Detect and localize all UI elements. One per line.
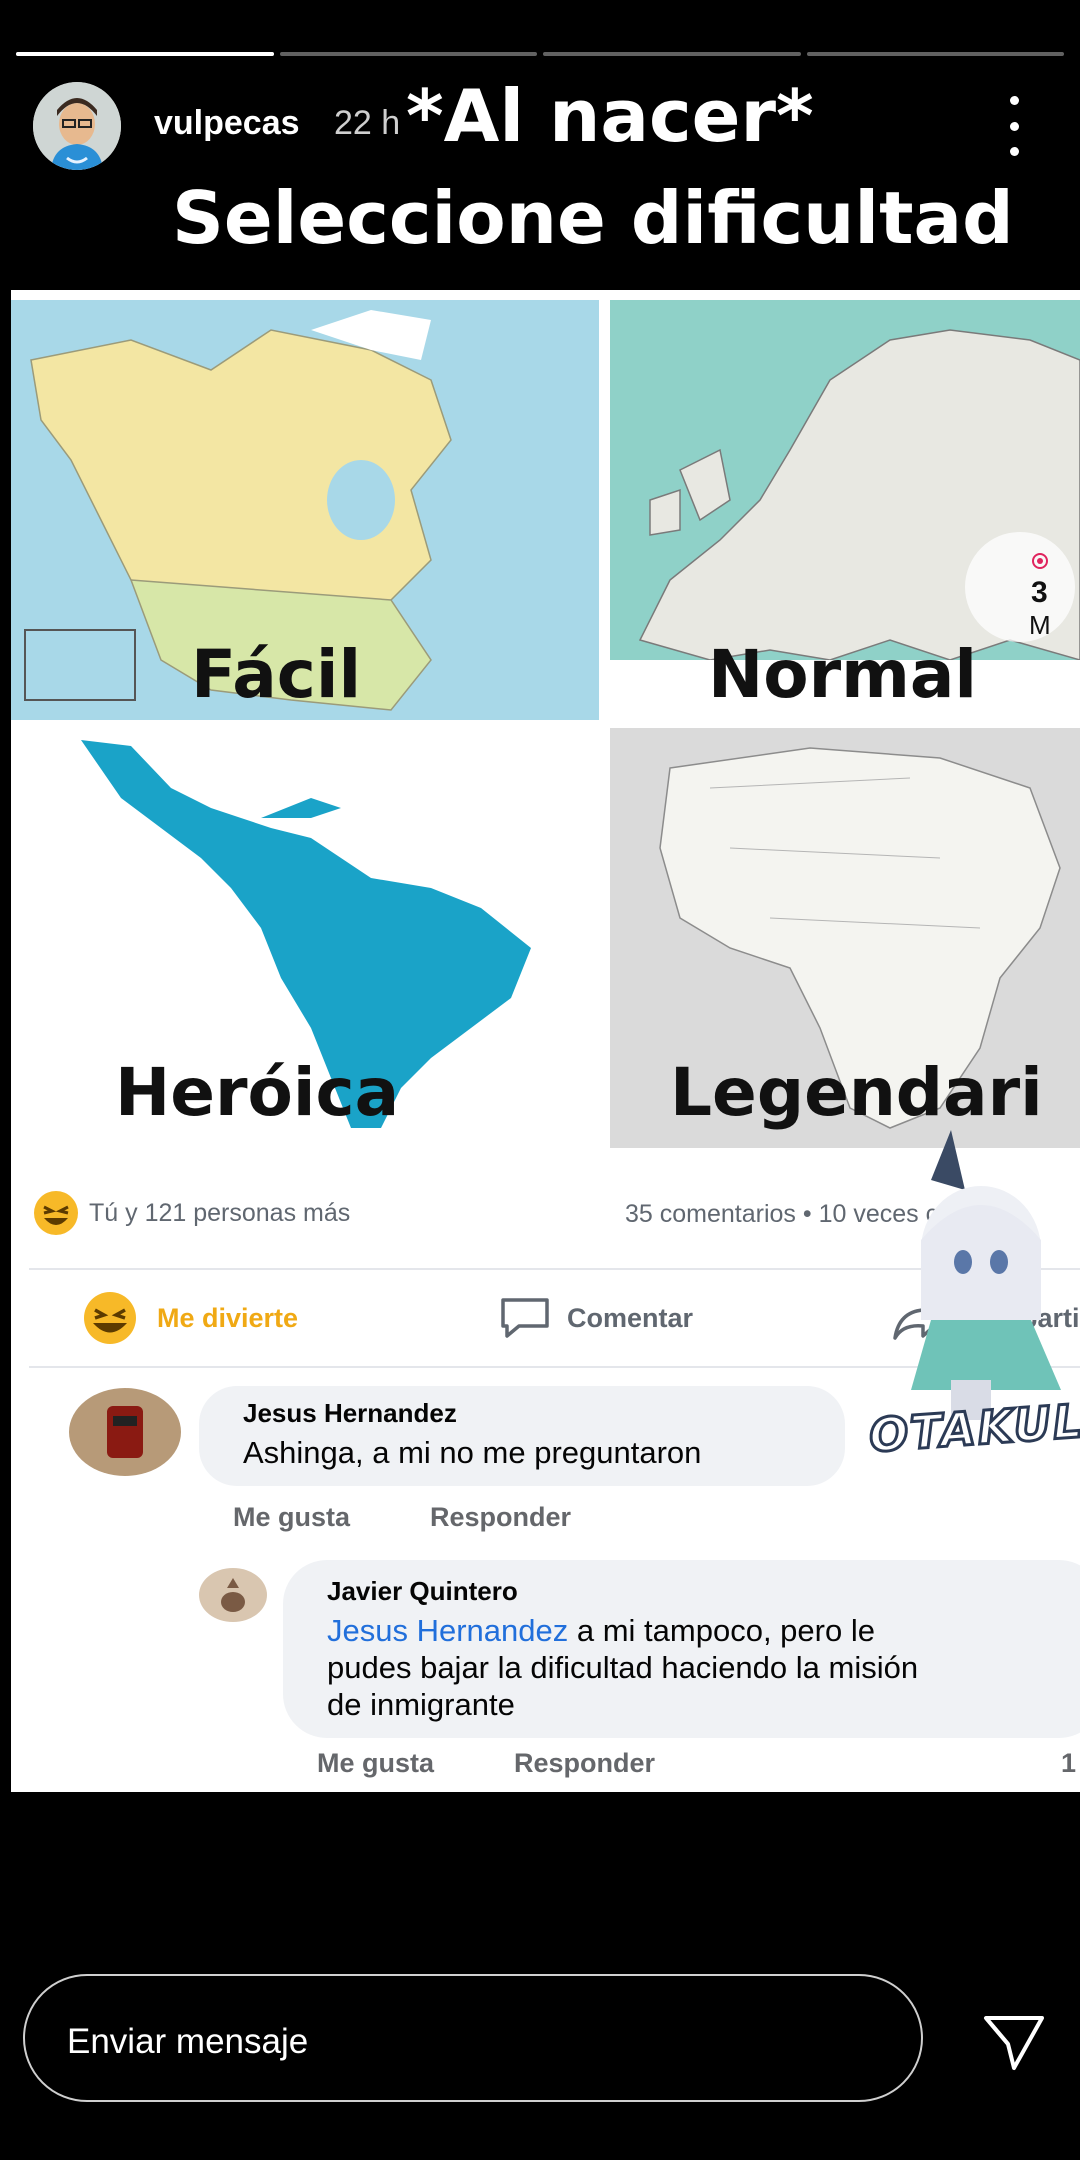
haha-reaction-icon: [34, 1191, 78, 1235]
send-icon[interactable]: [982, 2010, 1046, 2074]
location-dot-icon: [1032, 553, 1048, 569]
map-tile-easy: Fácil: [11, 300, 599, 720]
progress-segment: [806, 52, 1064, 56]
progress-segment: [279, 52, 537, 56]
comment-author[interactable]: Jesus Hernandez: [243, 1398, 457, 1429]
comment-text: pudes bajar la dificultad haciendo la mi…: [327, 1650, 919, 1685]
progress-segment: [16, 52, 274, 56]
comments-count[interactable]: 35 comentarios: [625, 1200, 796, 1228]
reactions-text: Tú y 121 personas más: [89, 1198, 351, 1227]
comment-icon: [501, 1298, 549, 1338]
reply-comment-button[interactable]: Responder: [514, 1748, 655, 1779]
react-button[interactable]: Me divierte: [77, 1290, 298, 1346]
tile-label: Legendari: [670, 1054, 1043, 1131]
tile-label: Heróica: [115, 1054, 400, 1131]
comment-bubble: Javier Quintero Jesus Hernandez a mi tam…: [283, 1560, 1080, 1738]
anime-character-watermark: [911, 1130, 1061, 1420]
story-sticker[interactable]: 3 M: [965, 532, 1075, 642]
story-timestamp: 22 h: [334, 104, 401, 142]
like-comment-button[interactable]: Me gusta: [233, 1502, 350, 1533]
meme-title: *Al nacer*: [406, 74, 814, 158]
comment-author[interactable]: Javier Quintero: [327, 1576, 518, 1607]
story-media: Fácil Normal Heróica Legendari Tú y 121 …: [11, 290, 1080, 1792]
separator-dot: •: [802, 1200, 819, 1228]
progress-segment: [543, 52, 801, 56]
profile-avatar[interactable]: [33, 82, 121, 170]
like-comment-button[interactable]: Me gusta: [317, 1748, 434, 1779]
comment-time: 1: [1061, 1748, 1077, 1778]
comment-button[interactable]: Comentar: [497, 1294, 693, 1342]
reply-comment-button[interactable]: Responder: [430, 1502, 571, 1533]
sticker-number: 3: [1031, 576, 1048, 609]
message-placeholder: Enviar mensaje: [67, 2022, 309, 2061]
map-tile-normal: Normal: [610, 300, 1080, 720]
meme-subtitle: Seleccione dificultad: [172, 176, 1014, 260]
comment-text: de inmigrante: [327, 1687, 515, 1722]
mention-link[interactable]: Jesus Hernandez: [327, 1613, 568, 1648]
comment-text-line: Jesus Hernandez a mi tampoco, pero le: [327, 1612, 875, 1649]
map-tile-legendary: Legendari: [610, 728, 1080, 1148]
commenter-avatar[interactable]: [199, 1568, 267, 1622]
tile-label: Fácil: [191, 636, 362, 713]
tile-label: Normal: [708, 636, 978, 713]
story-progress: [16, 52, 1064, 57]
comment-text: a mi tampoco, pero le: [568, 1613, 875, 1648]
reactions-summary[interactable]: Tú y 121 personas más: [33, 1190, 350, 1236]
commenter-avatar[interactable]: [69, 1388, 181, 1476]
react-label: Me divierte: [157, 1302, 299, 1333]
more-options-icon[interactable]: [996, 96, 1032, 156]
haha-reaction-icon: [84, 1292, 136, 1344]
comment-bubble: Jesus Hernandez Ashinga, a mi no me preg…: [199, 1386, 845, 1486]
sticker-unit: M: [1029, 610, 1051, 640]
map-tile-heroic: Heróica: [11, 728, 599, 1148]
comment-text: Ashinga, a mi no me preguntaron: [243, 1435, 702, 1470]
comment-label: Comentar: [567, 1302, 694, 1333]
username[interactable]: vulpecas: [154, 104, 300, 143]
